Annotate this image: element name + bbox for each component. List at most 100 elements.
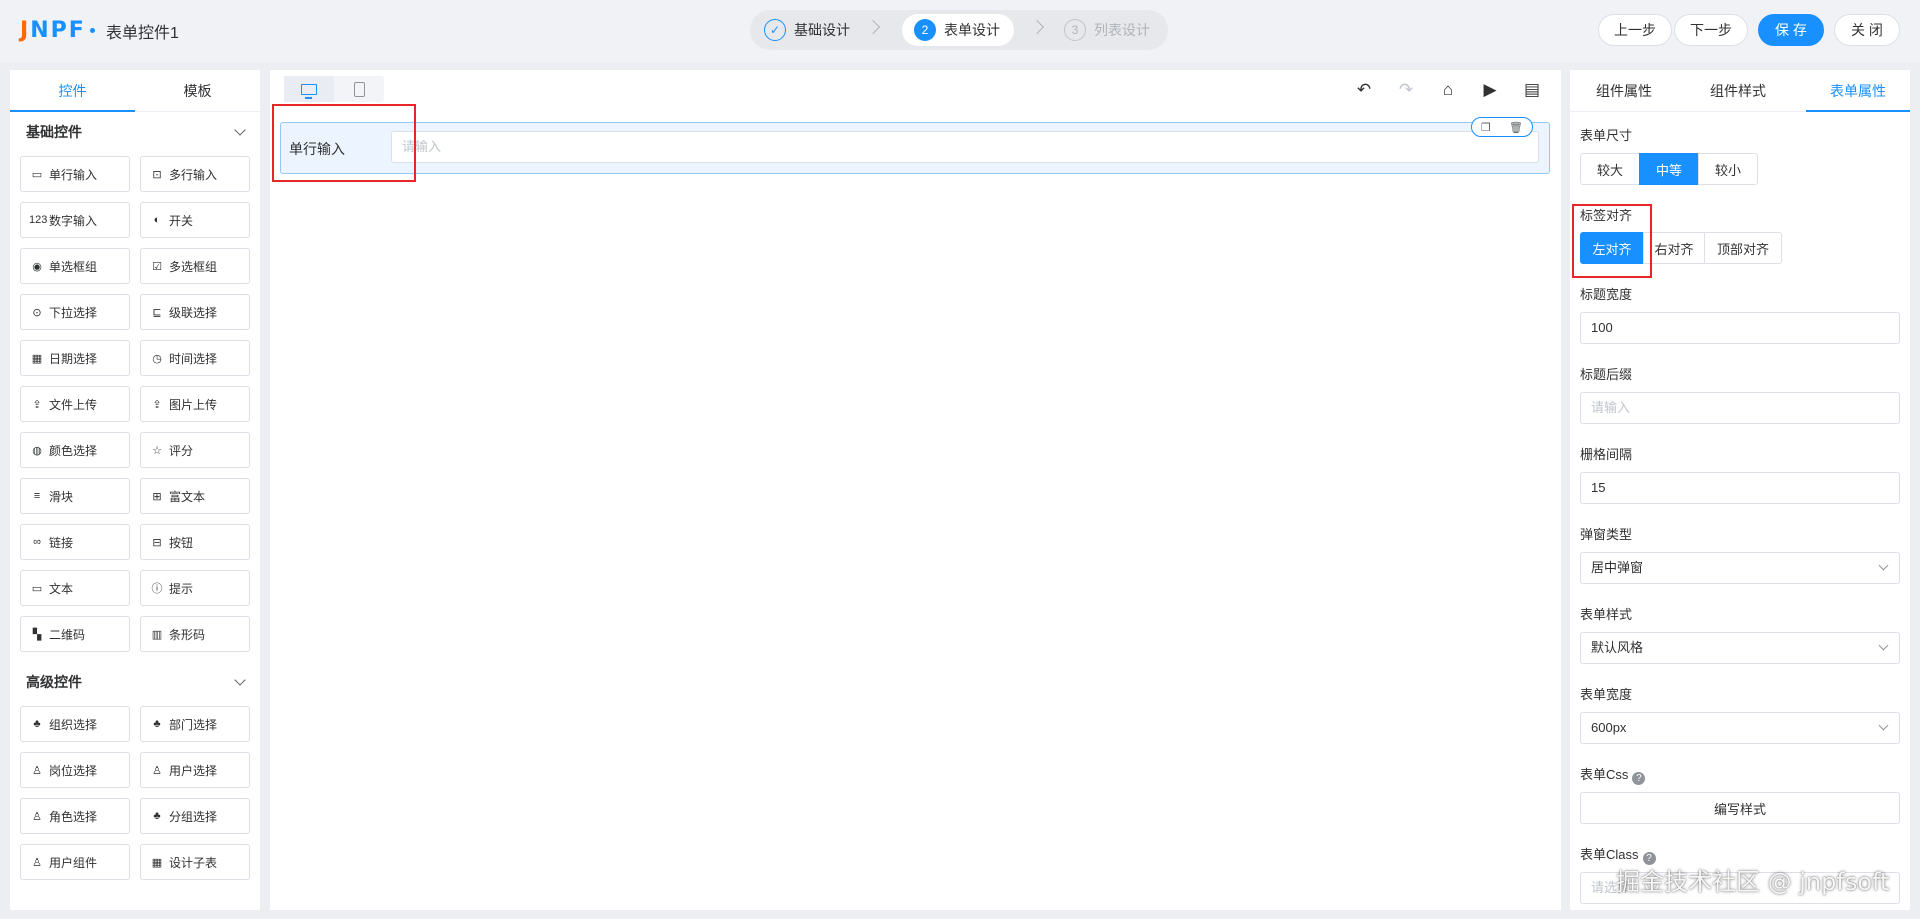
step-form-design[interactable]: 2 表单设计	[902, 14, 1014, 46]
section-header[interactable]: 高级控件	[10, 662, 260, 702]
tab-form-props[interactable]: 表单属性	[1806, 70, 1910, 112]
copy-icon[interactable]: ❐	[1481, 121, 1491, 134]
component-item[interactable]: ☑ 多选框组	[140, 248, 250, 284]
component-item[interactable]: ♣ 部门选择	[140, 706, 250, 742]
gutter-input[interactable]: 15	[1580, 472, 1900, 504]
align-top-button[interactable]: 顶部对齐	[1704, 232, 1782, 264]
component-item[interactable]: ▭ 单行输入	[20, 156, 130, 192]
component-item[interactable]: ♙ 用户选择	[140, 752, 250, 788]
component-item[interactable]: ⇪ 图片上传	[140, 386, 250, 422]
align-right-button[interactable]: 右对齐	[1643, 232, 1705, 264]
component-item[interactable]: ♣ 组织选择	[20, 706, 130, 742]
component-item[interactable]: ♙ 角色选择	[20, 798, 130, 834]
tab-component-props[interactable]: 组件属性	[1570, 70, 1678, 112]
component-label: 数字输入	[49, 213, 98, 228]
chevron-down-icon	[1878, 560, 1889, 571]
save-button[interactable]: 保 存	[1758, 14, 1824, 46]
component-item[interactable]: ∞ 链接	[20, 524, 130, 560]
component-label: 时间选择	[169, 351, 218, 366]
component-item[interactable]: ▚ 二维码	[20, 616, 130, 652]
component-icon: ▭	[31, 168, 43, 181]
component-item[interactable]: ⊞ 富文本	[140, 478, 250, 514]
component-label: 日期选择	[49, 351, 98, 366]
form-class-label-text: 表单Class	[1580, 847, 1639, 862]
align-left-button[interactable]: 左对齐	[1580, 232, 1644, 264]
form-css-label-text: 表单Css	[1580, 767, 1629, 782]
component-icon: ◐	[153, 214, 161, 226]
component-item[interactable]: ▦ 日期选择	[20, 340, 130, 376]
tab-templates[interactable]: 模板	[135, 70, 260, 112]
component-label: 颜色选择	[49, 443, 98, 458]
chevron-down-icon	[234, 124, 246, 136]
component-item[interactable]: ⇪ 文件上传	[20, 386, 130, 422]
component-icon: ≡	[33, 490, 41, 502]
component-icon: ◉	[32, 260, 42, 273]
component-item[interactable]: ⊡ 多行输入	[140, 156, 250, 192]
component-item[interactable]: ♙ 岗位选择	[20, 752, 130, 788]
prev-step-button[interactable]: 上一步	[1598, 14, 1672, 46]
clear-icon[interactable]: ⌂	[1437, 80, 1459, 100]
mobile-view-button[interactable]	[334, 76, 384, 102]
component-label: 提示	[169, 581, 194, 596]
component-icon: ♙	[32, 764, 42, 777]
label-width-input[interactable]: 100	[1580, 312, 1900, 344]
step-indicator: ✓ 基础设计 2 表单设计 3 列表设计	[750, 10, 1168, 50]
component-item[interactable]: ♣ 分组选择	[140, 798, 250, 834]
delete-icon[interactable]: 🗑	[1509, 121, 1523, 134]
component-item[interactable]: ⓘ 提示	[140, 570, 250, 606]
close-button[interactable]: 关 闭	[1834, 14, 1900, 46]
field-input[interactable]: 请输入	[391, 131, 1539, 163]
component-icon: ◷	[152, 352, 162, 365]
component-label: 二维码	[49, 627, 86, 642]
label-suffix-label: 标题后缀	[1580, 367, 1633, 382]
component-item[interactable]: ⊑ 级联选择	[140, 294, 250, 330]
form-width-select[interactable]: 600px	[1580, 712, 1900, 744]
desktop-view-button[interactable]	[284, 76, 334, 102]
step-basic-design[interactable]: ✓ 基础设计	[764, 14, 850, 46]
undo-icon[interactable]: ↶	[1353, 80, 1375, 100]
preview-icon[interactable]: ▶	[1479, 80, 1501, 100]
component-item[interactable]: ▦ 设计子表	[140, 844, 250, 880]
next-step-button[interactable]: 下一步	[1674, 14, 1748, 46]
component-item[interactable]: ≡ 滑块	[20, 478, 130, 514]
component-label: 部门选择	[169, 717, 218, 732]
design-canvas[interactable]: ↶ ↷ ⌂ ▶ ▤ 单行输入 请输入 ❐ 🗑	[270, 70, 1561, 910]
field-actions: ❐ 🗑	[1471, 117, 1533, 137]
component-item[interactable]: 123 数字输入	[20, 202, 130, 238]
component-label: 组织选择	[49, 717, 98, 732]
component-item[interactable]: ☆ 评分	[140, 432, 250, 468]
help-icon[interactable]: ?	[1632, 772, 1646, 785]
component-icon: ♣	[33, 718, 41, 730]
component-label: 链接	[49, 535, 74, 550]
component-item[interactable]: ⊟ 按钮	[140, 524, 250, 560]
size-small-button[interactable]: 较小	[1698, 153, 1758, 185]
tab-components[interactable]: 控件	[10, 70, 135, 112]
section-header[interactable]: 基础控件	[10, 112, 260, 152]
size-medium-button[interactable]: 中等	[1639, 153, 1699, 185]
size-large-button[interactable]: 较大	[1580, 153, 1640, 185]
form-style-select[interactable]: 默认风格	[1580, 632, 1900, 664]
component-icon: ⊙	[32, 306, 42, 319]
component-item[interactable]: ◷ 时间选择	[140, 340, 250, 376]
component-item[interactable]: ▥ 条形码	[140, 616, 250, 652]
section-title: 高级控件	[26, 674, 82, 690]
component-item[interactable]: ◍ 颜色选择	[20, 432, 130, 468]
tab-component-style[interactable]: 组件样式	[1684, 70, 1792, 112]
component-label: 设计子表	[169, 855, 218, 870]
component-item[interactable]: ▭ 文本	[20, 570, 130, 606]
canvas-toolbar: ↶ ↷ ⌂ ▶ ▤	[1353, 80, 1543, 100]
form-field-row[interactable]: 单行输入 请输入 ❐ 🗑	[280, 117, 1550, 174]
step-list-design[interactable]: 3 列表设计	[1064, 14, 1150, 46]
save-json-icon[interactable]: ▤	[1521, 80, 1543, 100]
component-item[interactable]: ♙ 用户组件	[20, 844, 130, 880]
edit-style-button[interactable]: 编写样式	[1580, 792, 1900, 824]
component-item[interactable]: ◉ 单选框组	[20, 248, 130, 284]
label-suffix-input[interactable]: 请输入	[1580, 392, 1900, 424]
component-item[interactable]: ⊙ 下拉选择	[20, 294, 130, 330]
watermark: 掘金技术社区 @ jnpfsoft	[1616, 868, 1890, 896]
chevron-right-icon	[865, 19, 881, 35]
popup-type-select[interactable]: 居中弹窗	[1580, 552, 1900, 584]
component-icon: ♣	[153, 718, 161, 730]
redo-icon[interactable]: ↷	[1395, 80, 1417, 100]
component-item[interactable]: ◐ 开关	[140, 202, 250, 238]
